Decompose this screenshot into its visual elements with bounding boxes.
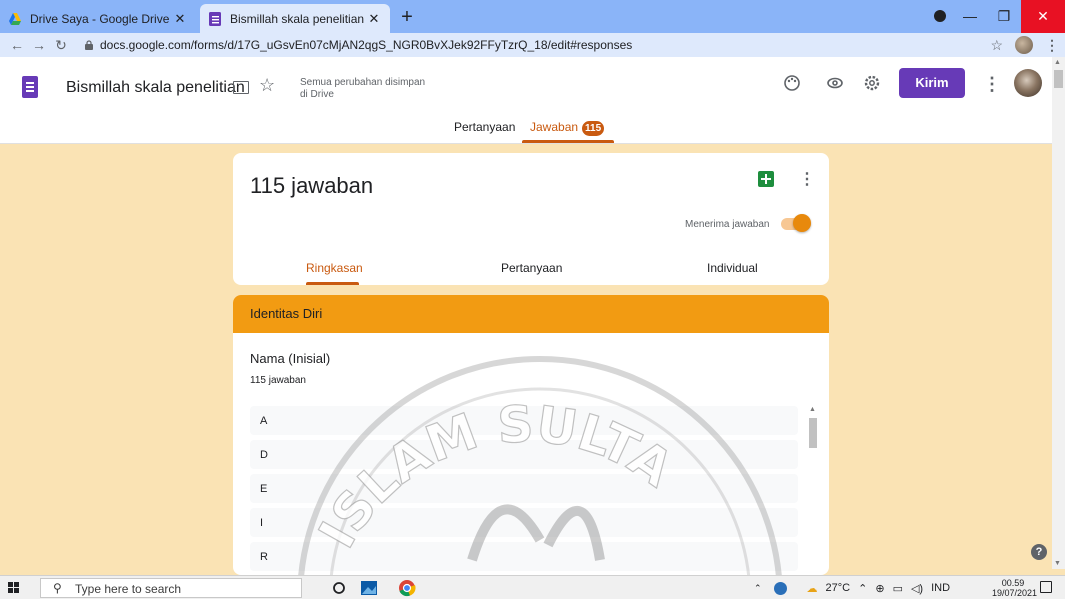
active-subtab-indicator bbox=[306, 282, 359, 285]
battery-icon[interactable]: ▭ bbox=[893, 582, 903, 595]
responses-count-badge: 115 bbox=[582, 121, 605, 136]
address-bar-actions: ☆ ⋮ bbox=[990, 33, 1059, 57]
windows-taskbar: ⚲ Type here to search ⌃ ☁ 27°C ⌃ ⊕ ▭ ◁) … bbox=[0, 575, 1065, 599]
url-text: docs.google.com/forms/d/17G_uGsvEn07cMjA… bbox=[100, 38, 633, 52]
reload-icon[interactable]: ↻ bbox=[50, 37, 72, 54]
star-icon[interactable]: ☆ bbox=[259, 75, 275, 96]
tray-app-icon[interactable] bbox=[773, 581, 787, 595]
date: 19/07/2021 bbox=[992, 588, 1038, 598]
list-item: I bbox=[250, 508, 798, 537]
network-icon[interactable]: ⊕ bbox=[875, 582, 884, 595]
preview-eye-icon[interactable] bbox=[824, 74, 846, 96]
responses-count-title: 115 jawaban bbox=[250, 173, 374, 198]
google-drive-icon bbox=[9, 12, 21, 25]
restore-icon[interactable]: ❐ bbox=[987, 0, 1021, 33]
palette-icon[interactable] bbox=[781, 74, 803, 96]
windows-start-icon[interactable] bbox=[8, 582, 20, 594]
settings-gear-icon[interactable] bbox=[861, 74, 883, 96]
page-scrollbar[interactable]: ▲ ▼ bbox=[1052, 57, 1065, 569]
answer-list-scrollbar[interactable]: ▲ bbox=[807, 406, 819, 575]
browser-profile-icon[interactable] bbox=[934, 10, 946, 22]
scroll-up-icon[interactable]: ▲ bbox=[1054, 59, 1061, 66]
close-tab-icon[interactable]: ✕ bbox=[366, 11, 382, 27]
question-title: Nama (Inisial) bbox=[250, 351, 331, 366]
send-button[interactable]: Kirim bbox=[899, 68, 965, 98]
show-hidden-icons-icon[interactable]: ⌃ bbox=[858, 582, 867, 595]
active-tab-indicator bbox=[522, 140, 614, 143]
tab-forms[interactable]: Bismillah skala penelitian - Goog ✕ bbox=[200, 4, 390, 33]
browser-avatar[interactable] bbox=[1015, 36, 1033, 54]
form-main-tabs: Pertanyaan Jawaban 115 bbox=[0, 117, 1052, 144]
task-view-icon[interactable] bbox=[330, 579, 348, 597]
notification-center-icon[interactable] bbox=[1040, 581, 1052, 593]
scroll-up-icon[interactable]: ▲ bbox=[809, 406, 816, 413]
form-title[interactable]: Bismillah skala penelitian bbox=[66, 79, 245, 97]
tab-responses[interactable]: Jawaban 115 bbox=[530, 120, 605, 136]
scrollbar-thumb[interactable] bbox=[1054, 70, 1063, 88]
tab-title: Drive Saya - Google Drive bbox=[30, 11, 170, 26]
more-options-icon[interactable]: ⋮ bbox=[983, 74, 1001, 95]
folder-icon[interactable] bbox=[233, 81, 249, 94]
google-forms-icon bbox=[209, 11, 221, 26]
browser-menu-icon[interactable]: ⋮ bbox=[1045, 37, 1059, 54]
lock-icon bbox=[85, 40, 93, 50]
new-tab-button[interactable]: + bbox=[396, 6, 418, 28]
volume-icon[interactable]: ◁) bbox=[911, 582, 923, 595]
tab-drive[interactable]: Drive Saya - Google Drive ✕ bbox=[0, 4, 196, 33]
toggle-knob[interactable] bbox=[793, 214, 811, 232]
scrollbar-thumb[interactable] bbox=[809, 418, 817, 448]
responses-more-icon[interactable]: ⋮ bbox=[799, 169, 815, 189]
responses-summary-card: 115 jawaban ⋮ Menerima jawaban Ringkasan… bbox=[233, 153, 829, 285]
back-icon[interactable]: ← bbox=[6, 37, 28, 53]
list-item: R bbox=[250, 542, 798, 571]
tab-responses-label: Jawaban bbox=[530, 120, 579, 134]
search-icon: ⚲ bbox=[53, 581, 62, 595]
system-tray: ⌃ ☁ 27°C ⌃ ⊕ ▭ ◁) IND bbox=[754, 576, 950, 599]
scroll-down-icon[interactable]: ▼ bbox=[1054, 560, 1061, 567]
list-item: A bbox=[250, 406, 798, 435]
chrome-app-icon[interactable] bbox=[398, 579, 416, 597]
section-card: Identitas Diri Nama (Inisial) 115 jawaba… bbox=[233, 295, 829, 575]
close-window-icon[interactable]: ✕ bbox=[1021, 0, 1065, 33]
tray-overflow-icon[interactable]: ⌃ bbox=[754, 583, 762, 594]
question-response-count: 115 jawaban bbox=[250, 375, 306, 386]
temperature[interactable]: 27°C bbox=[826, 582, 851, 594]
language-indicator[interactable]: IND bbox=[931, 582, 950, 594]
subtab-individual[interactable]: Individual bbox=[707, 261, 758, 275]
clock[interactable]: 00.59 19/07/2021 bbox=[992, 578, 1038, 598]
url-bar[interactable]: docs.google.com/forms/d/17G_uGsvEn07cMjA… bbox=[84, 35, 962, 55]
close-tab-icon[interactable]: ✕ bbox=[172, 11, 188, 27]
forward-icon[interactable]: → bbox=[28, 37, 50, 53]
account-avatar[interactable] bbox=[1014, 69, 1042, 97]
google-sheets-icon[interactable] bbox=[758, 171, 774, 187]
bookmark-star-icon[interactable]: ☆ bbox=[990, 37, 1003, 54]
tab-title: Bismillah skala penelitian - Goog bbox=[230, 11, 366, 26]
time: 00.59 bbox=[1001, 578, 1025, 588]
address-bar-row: ← → ↻ docs.google.com/forms/d/17G_uGsvEn… bbox=[0, 33, 1065, 57]
forms-header: Bismillah skala penelitian ☆ Semua perub… bbox=[0, 57, 1052, 144]
photos-app-icon[interactable] bbox=[360, 579, 378, 597]
window-controls: — ❐ ✕ bbox=[953, 0, 1065, 33]
answer-list[interactable]: A D E I R bbox=[250, 406, 798, 575]
taskbar-search-placeholder: Type here to search bbox=[75, 582, 182, 596]
section-header: Identitas Diri bbox=[233, 295, 829, 333]
subtab-question[interactable]: Pertanyaan bbox=[501, 261, 562, 275]
list-item: E bbox=[250, 474, 798, 503]
weather-icon[interactable]: ☁ bbox=[807, 582, 818, 595]
google-forms-logo-icon[interactable] bbox=[22, 76, 38, 98]
accepting-responses-label: Menerima jawaban bbox=[685, 219, 770, 230]
taskbar-search-input[interactable]: ⚲ Type here to search bbox=[40, 578, 302, 598]
help-icon[interactable]: ? bbox=[1031, 544, 1047, 560]
subtab-summary[interactable]: Ringkasan bbox=[306, 261, 363, 275]
browser-tab-strip: Drive Saya - Google Drive ✕ Bismillah sk… bbox=[0, 0, 1065, 33]
minimize-icon[interactable]: — bbox=[953, 0, 987, 33]
tab-questions[interactable]: Pertanyaan bbox=[454, 120, 515, 134]
save-status: Semua perubahan disimpan di Drive bbox=[300, 77, 426, 100]
list-item: D bbox=[250, 440, 798, 469]
